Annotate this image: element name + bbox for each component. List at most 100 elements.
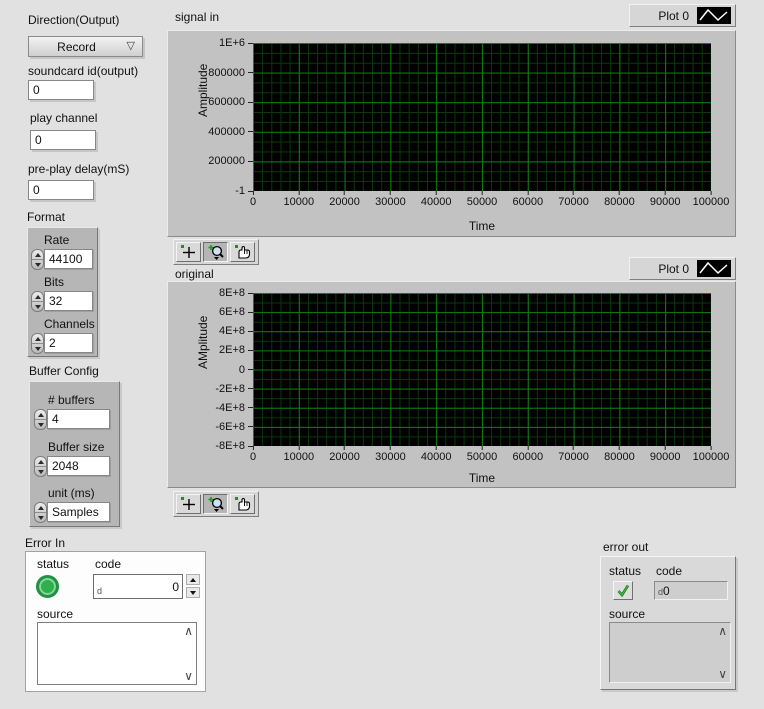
unit-stepper[interactable] [34, 502, 47, 523]
graph-tool-palette [173, 239, 259, 265]
buffer-size-value: 2048 [52, 459, 79, 473]
x-tick-label: 50000 [467, 191, 498, 208]
error-in-code-stepper [186, 574, 200, 598]
y-tick-label: -8E+8 [215, 440, 253, 452]
y-tick-label: 800000 [208, 67, 253, 79]
error-in-status-label: status [37, 557, 69, 571]
pre-play-delay-input[interactable]: 0 [28, 180, 94, 200]
num-buffers-input[interactable]: 4 [47, 409, 110, 429]
play-channel-value: 0 [35, 133, 42, 147]
error-out-status-indicator [613, 581, 633, 600]
buffer-size-stepper[interactable] [34, 456, 47, 477]
cursor-tool-button[interactable] [176, 242, 201, 262]
decrement-button[interactable] [186, 587, 200, 598]
error-out-label: error out [603, 540, 648, 554]
direction-label: Direction(Output) [28, 13, 119, 27]
decrement-icon [35, 263, 41, 267]
bits-input[interactable]: 32 [44, 291, 93, 311]
rate-input[interactable]: 44100 [44, 249, 93, 269]
up-triangle-icon [190, 578, 196, 582]
pan-tool-button[interactable] [230, 494, 255, 514]
x-axis-label: Time [253, 219, 711, 233]
radix-indicator: d [97, 586, 102, 596]
increment-icon [35, 337, 41, 341]
scroll-up-icon[interactable]: ∧ [718, 626, 727, 636]
y-tick-label: 400000 [208, 126, 253, 138]
hand-icon [234, 244, 252, 260]
cursor-tool-button[interactable] [176, 494, 201, 514]
num-buffers-value: 4 [52, 412, 59, 426]
error-out-code-value: 0 [663, 584, 670, 598]
error-in-code-label: code [95, 557, 121, 571]
buffer-size-label: Buffer size [48, 440, 104, 454]
bits-label: Bits [44, 275, 64, 289]
error-in-status-led[interactable] [36, 575, 59, 598]
channels-input[interactable]: 2 [44, 333, 93, 353]
legend-plot-name: Plot 0 [658, 262, 689, 276]
plot-line-swatch [697, 260, 731, 277]
error-out-status-label: status [609, 564, 641, 578]
plot-legend[interactable]: Plot 0 [629, 4, 736, 27]
zoom-tool-button[interactable] [203, 242, 228, 262]
increment-icon [38, 413, 44, 417]
rate-stepper[interactable] [31, 249, 44, 270]
down-triangle-icon [190, 591, 196, 595]
crosshair-icon [180, 496, 198, 512]
channels-stepper[interactable] [31, 333, 44, 354]
scroll-down-icon[interactable]: ∨ [184, 671, 193, 681]
graph-title-original: original [175, 267, 214, 281]
increment-button[interactable] [186, 574, 200, 585]
scroll-up-icon[interactable]: ∧ [184, 626, 193, 636]
decrement-icon [38, 470, 44, 474]
x-tick-label: 80000 [604, 191, 635, 208]
zoom-tool-button[interactable] [203, 494, 228, 514]
error-in-code-value: 0 [172, 580, 179, 594]
plot-area[interactable]: 8E+86E+84E+82E+80-2E+8-4E+8-6E+8-8E+8 01… [253, 293, 711, 446]
unit-input[interactable]: Samples [47, 502, 110, 522]
y-tick-label: -1 [235, 185, 253, 197]
unit-label: unit (ms) [48, 486, 95, 500]
y-tick-label: 8E+8 [219, 287, 253, 299]
direction-value: Record [57, 40, 96, 54]
pan-tool-button[interactable] [230, 242, 255, 262]
increment-icon [35, 295, 41, 299]
bits-value: 32 [49, 294, 62, 308]
error-in-code-input[interactable]: d 0 [93, 574, 183, 599]
x-tick-label: 20000 [329, 191, 360, 208]
magnifier-icon [207, 244, 225, 260]
play-channel-input[interactable]: 0 [30, 130, 96, 150]
error-out-code-indicator: d 0 [654, 581, 728, 600]
direction-dropdown[interactable]: Record ▽ [28, 36, 143, 57]
buffer-size-input[interactable]: 2048 [47, 456, 110, 476]
x-tick-label: 100000 [693, 446, 730, 463]
x-tick-label: 40000 [421, 191, 452, 208]
decrement-icon [38, 423, 44, 427]
x-axis-label: Time [253, 471, 711, 485]
x-tick-label: 70000 [558, 446, 589, 463]
checkmark-icon [616, 584, 630, 597]
channels-label: Channels [44, 317, 95, 331]
bits-stepper[interactable] [31, 291, 44, 312]
decrement-icon [35, 347, 41, 351]
waveform-graph-signal-in: Amplitude 1E+6800000600000400000200000-1… [167, 30, 736, 237]
soundcard-id-input[interactable]: 0 [28, 80, 94, 100]
play-channel-label: play channel [30, 111, 97, 125]
rate-value: 44100 [49, 252, 82, 266]
x-tick-label: 60000 [513, 191, 544, 208]
y-tick-label: 4E+8 [219, 325, 253, 337]
error-in-source-input[interactable]: ∧ ∨ [37, 622, 197, 685]
x-tick-label: 70000 [558, 191, 589, 208]
y-tick-label: -2E+8 [215, 383, 253, 395]
error-out-cluster: status code d 0 source ∧ ∨ [600, 556, 736, 690]
pre-play-delay-label: pre-play delay(mS) [28, 162, 129, 176]
num-buffers-stepper[interactable] [34, 409, 47, 430]
error-out-source-label: source [609, 607, 645, 621]
pre-play-delay-value: 0 [33, 183, 40, 197]
plot-area[interactable]: 1E+6800000600000400000200000-1 010000200… [253, 43, 711, 191]
increment-icon [35, 253, 41, 257]
y-tick-label: 600000 [208, 96, 253, 108]
x-tick-label: 0 [250, 191, 256, 208]
x-tick-label: 20000 [329, 446, 360, 463]
scroll-down-icon[interactable]: ∨ [718, 669, 727, 679]
plot-legend[interactable]: Plot 0 [629, 257, 736, 280]
